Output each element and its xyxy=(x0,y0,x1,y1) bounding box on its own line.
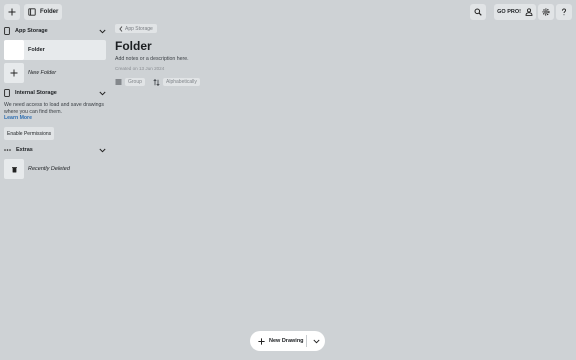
help-button[interactable] xyxy=(556,4,572,20)
extras-title: Extras xyxy=(16,147,33,153)
permission-message-text: We need access to load and save drawings… xyxy=(4,102,104,115)
extras-header[interactable]: Extras xyxy=(4,144,106,156)
list-icon xyxy=(115,79,122,85)
sort-control[interactable]: Alphabetically xyxy=(153,77,200,87)
chevron-down-icon xyxy=(99,91,106,96)
new-drawing-label: New Drawing xyxy=(269,338,304,344)
top-right-toolbar: GO PRO! xyxy=(470,4,572,20)
sidebar-item-label: New Folder xyxy=(28,70,57,76)
group-label: Group xyxy=(125,78,145,86)
new-drawing-button[interactable]: New Drawing xyxy=(250,337,306,345)
sidebar-item-folder[interactable]: Folder xyxy=(4,40,106,60)
internal-storage-header[interactable]: Internal Storage xyxy=(4,87,106,99)
more-dots-icon xyxy=(4,148,11,152)
sort-icon xyxy=(153,78,160,86)
folder-description[interactable]: Add notes or a description here. xyxy=(115,56,189,62)
page-title: Folder xyxy=(115,39,152,53)
app-storage-header[interactable]: App Storage xyxy=(4,25,106,37)
go-pro-label: GO PRO! xyxy=(497,9,521,15)
question-icon xyxy=(560,8,568,16)
chevron-down-icon xyxy=(312,339,320,344)
trash-thumbnail xyxy=(4,159,24,179)
breadcrumb-label: App Storage xyxy=(125,25,153,32)
plus-icon xyxy=(8,8,16,16)
new-drawing-control: New Drawing xyxy=(250,331,325,351)
group-control[interactable]: Group xyxy=(115,77,145,87)
device-icon xyxy=(4,27,10,35)
learn-more-link[interactable]: Learn More xyxy=(4,115,104,122)
new-drawing-options-button[interactable] xyxy=(307,339,325,344)
plus-icon xyxy=(258,337,265,345)
sidebar-item-new-folder[interactable]: New Folder xyxy=(4,63,106,83)
folder-menu-label: Folder xyxy=(40,9,59,15)
app-storage-title: App Storage xyxy=(15,28,48,34)
folder-menu-button[interactable]: Folder xyxy=(24,4,63,20)
new-folder-thumbnail xyxy=(4,63,24,83)
sidebar-item-label: Folder xyxy=(28,47,45,53)
sidebar-item-recently-deleted[interactable]: Recently Deleted xyxy=(4,159,106,179)
permission-message: We need access to load and save drawings… xyxy=(4,102,104,122)
add-button[interactable] xyxy=(4,4,20,20)
internal-storage-title: Internal Storage xyxy=(15,90,57,96)
chevron-left-icon xyxy=(119,25,123,32)
plus-icon xyxy=(10,69,18,77)
breadcrumb[interactable]: App Storage xyxy=(115,24,157,33)
go-pro-button[interactable]: GO PRO! xyxy=(494,4,536,20)
chevron-down-icon xyxy=(99,29,106,34)
created-date: Created on 13 Jun 2024 xyxy=(115,66,165,71)
folder-panel-icon xyxy=(28,8,36,16)
enable-permissions-button[interactable]: Enable Permissions xyxy=(4,127,55,140)
trash-icon xyxy=(11,166,18,173)
search-icon xyxy=(474,8,482,16)
sidebar-item-label: Recently Deleted xyxy=(28,166,70,172)
sort-label: Alphabetically xyxy=(163,78,200,86)
settings-button[interactable] xyxy=(538,4,554,20)
chevron-down-icon xyxy=(99,148,106,153)
gear-icon xyxy=(542,8,550,16)
search-button[interactable] xyxy=(470,4,487,20)
account-icon[interactable] xyxy=(525,8,533,16)
device-icon xyxy=(4,89,10,97)
folder-thumbnail xyxy=(4,40,24,60)
